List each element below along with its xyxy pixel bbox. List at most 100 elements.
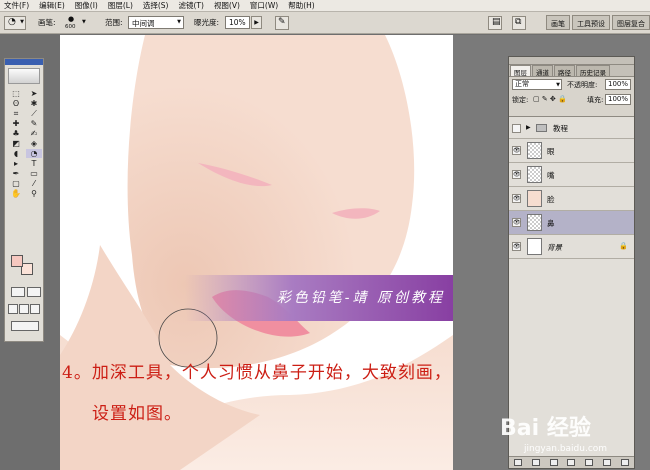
eye-icon[interactable]: 👁 [512, 194, 521, 203]
layer-thumbnail [527, 166, 542, 183]
layer-row-selected[interactable]: 👁 鼻 [509, 211, 634, 235]
notes-tool-icon[interactable]: ▢ [8, 179, 24, 188]
history-brush-icon[interactable]: ✍ [26, 129, 42, 138]
eye-icon[interactable]: 👁 [512, 146, 521, 155]
layer-thumbnail [527, 238, 542, 255]
well-tab-brushes[interactable]: 画笔 [546, 15, 570, 30]
group-name: 教程 [553, 124, 568, 133]
blur-tool-icon[interactable]: ◖ [8, 149, 24, 158]
exposure-input[interactable]: 10% [225, 16, 250, 29]
jump-to-imageready-button[interactable] [11, 321, 39, 331]
menu-select[interactable]: 选择(S) [143, 0, 169, 11]
triangle-right-icon[interactable]: ▶ [526, 124, 531, 131]
move-tool-icon[interactable]: ➤ [26, 89, 42, 98]
bridge-button[interactable]: ⧉ [512, 16, 526, 30]
eye-icon[interactable]: 👁 [512, 170, 521, 179]
toolbox: ⬚ ➤ ʘ ✱ ⌗ ⟋ ✚ ✎ ♣ ✍ ◩ ◈ ◖ ◔ ▸ T ✒ ▭ ▢ ⁄ … [4, 58, 44, 342]
menu-layer[interactable]: 图层(L) [108, 0, 133, 11]
toolbox-logo[interactable] [8, 68, 40, 84]
lock-icon: 🔒 [619, 242, 628, 250]
toolbox-title-bar[interactable] [5, 59, 43, 65]
watermark-logo-text: Bai 经验 [500, 416, 591, 441]
brush-picker[interactable]: ● 600 ▼ [62, 15, 88, 32]
fill-input[interactable]: 100% [605, 94, 631, 105]
clone-stamp-icon[interactable]: ♣ [8, 129, 24, 138]
eye-icon[interactable]: 👁 [512, 218, 521, 227]
healing-brush-icon[interactable]: ✚ [8, 119, 24, 128]
screen-mode-menu-button[interactable] [19, 304, 29, 314]
blend-row: 正常 ▼ 不透明度: 100% [509, 77, 634, 92]
lock-label: 锁定: [512, 96, 529, 104]
paint-bucket-icon[interactable]: ◈ [26, 139, 42, 148]
type-tool-icon[interactable]: T [26, 159, 42, 168]
menu-view[interactable]: 视图(V) [214, 0, 240, 11]
burn-tool-icon[interactable]: ◔ [26, 149, 42, 158]
menu-file[interactable]: 文件(F) [4, 0, 29, 11]
menu-window[interactable]: 窗口(W) [250, 0, 278, 11]
document-canvas[interactable]: 彩色铅笔-靖 原创教程 4。加深工具，个人习惯从鼻子开始，大致刻画， 设置如图。 [60, 35, 453, 470]
screen-mode-full-button[interactable] [30, 304, 40, 314]
hand-tool-icon[interactable]: ✋ [8, 189, 24, 198]
range-label: 范围: [105, 18, 123, 27]
visibility-toggle[interactable] [512, 124, 521, 133]
tab-layers[interactable]: 图层 [510, 65, 531, 77]
menu-filter[interactable]: 滤镜(T) [179, 0, 204, 11]
quick-mask-button[interactable] [27, 287, 41, 297]
brush-tool-icon[interactable]: ✎ [26, 119, 42, 128]
menu-edit[interactable]: 编辑(E) [39, 0, 65, 11]
chevron-down-icon: ▼ [20, 19, 24, 25]
exposure-slider-button[interactable]: ▶ [251, 16, 262, 29]
chevron-down-icon: ▼ [177, 19, 181, 25]
brush-dot-icon: ● [68, 15, 75, 23]
layers-panel-titlebar[interactable] [509, 57, 634, 65]
pen-tool-icon[interactable]: ✒ [8, 169, 24, 178]
layer-name: 眼 [547, 147, 555, 156]
tool-preset-picker[interactable]: ◔ ▼ [4, 16, 26, 30]
eyedropper-tool-icon[interactable]: ⁄ [26, 179, 42, 188]
marquee-tool-icon[interactable]: ⬚ [8, 89, 24, 98]
airbrush-button[interactable]: ✎ [275, 16, 289, 30]
exposure-label: 曝光度: [194, 18, 220, 27]
layer-row[interactable]: 👁 脸 [509, 187, 634, 211]
opacity-input[interactable]: 100% [605, 79, 631, 90]
zoom-tool-icon[interactable]: ⚲ [26, 189, 42, 198]
menu-help[interactable]: 帮助(H) [288, 0, 315, 11]
tab-paths[interactable]: 路径 [554, 65, 575, 77]
range-select[interactable]: 中间调 ▼ [128, 16, 184, 29]
standard-mode-button[interactable] [11, 287, 25, 297]
magic-wand-tool-icon[interactable]: ✱ [26, 99, 42, 108]
options-bar: ◔ ▼ 画笔: ● 600 ▼ 范围: 中间调 ▼ 曝光度: 10% ▶ ✎ ▤… [0, 12, 650, 34]
lasso-tool-icon[interactable]: ʘ [8, 99, 24, 108]
layers-panel-tabs: 图层 通道 路径 历史记录 [509, 65, 634, 77]
menu-bar: 文件(F) 编辑(E) 图像(I) 图层(L) 选择(S) 滤镜(T) 视图(V… [0, 0, 650, 12]
layer-row[interactable]: 👁 眼 [509, 139, 634, 163]
eye-icon[interactable]: 👁 [512, 242, 521, 251]
layer-group-row[interactable]: ▶ 教程 [509, 117, 634, 139]
baidu-watermark: Bai 经验 jingyan.baidu.com [500, 410, 650, 470]
blend-mode-value: 正常 [515, 80, 529, 88]
crop-tool-icon[interactable]: ⌗ [8, 109, 24, 118]
eraser-tool-icon[interactable]: ◩ [8, 139, 24, 148]
tab-channels[interactable]: 通道 [532, 65, 553, 77]
brush-size-label: 600 [65, 24, 76, 30]
lock-icons[interactable]: ▢ ✎ ✥ 🔒 [533, 95, 567, 103]
shape-tool-icon[interactable]: ▭ [26, 169, 42, 178]
well-tab-layer-comps[interactable]: 图层复合 [612, 15, 650, 30]
layer-row[interactable]: 👁 嘴 [509, 163, 634, 187]
path-selection-icon[interactable]: ▸ [8, 159, 24, 168]
palette-well-button[interactable]: ▤ [488, 16, 502, 30]
background-layer-row[interactable]: 👁 背景 🔒 [509, 235, 634, 259]
fill-label: 填充: [587, 96, 604, 104]
layer-name: 背景 [547, 243, 562, 252]
slice-tool-icon[interactable]: ⟋ [26, 109, 42, 118]
foreground-color-swatch[interactable] [11, 255, 23, 267]
blend-mode-select[interactable]: 正常 ▼ [512, 79, 562, 90]
tool-grid: ⬚ ➤ ʘ ✱ ⌗ ⟋ ✚ ✎ ♣ ✍ ◩ ◈ ◖ ◔ ▸ T ✒ ▭ ▢ ⁄ … [5, 89, 43, 198]
well-tab-tool-presets[interactable]: 工具预设 [572, 15, 610, 30]
layer-name: 嘴 [547, 171, 555, 180]
menu-image[interactable]: 图像(I) [75, 0, 98, 11]
tab-history[interactable]: 历史记录 [576, 65, 610, 77]
burn-tool-icon: ◔ [8, 17, 16, 27]
triangle-right-icon: ▶ [254, 19, 259, 26]
screen-mode-standard-button[interactable] [8, 304, 18, 314]
